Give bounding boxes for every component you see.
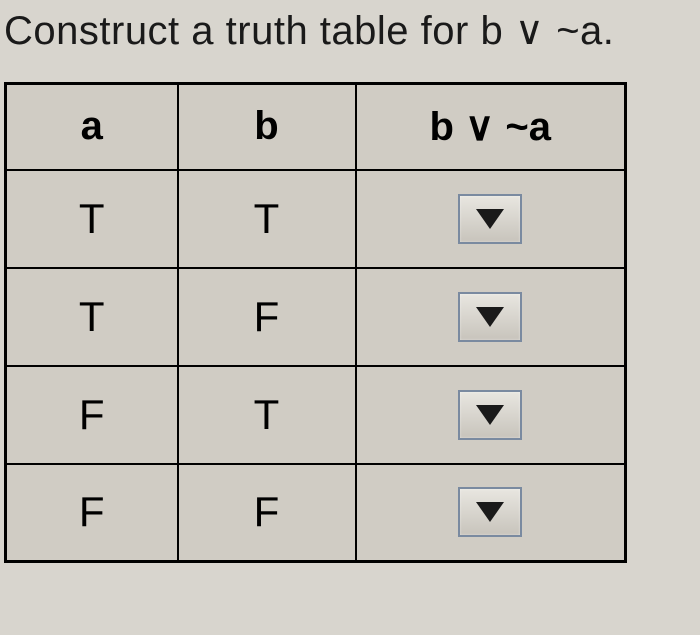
table-row: F F (6, 464, 626, 562)
cell-value: T (6, 268, 178, 366)
cell-value: F (178, 268, 356, 366)
chevron-down-icon (476, 405, 504, 425)
cell-value: T (178, 170, 356, 268)
cell-value: F (178, 464, 356, 562)
header-a: a (6, 84, 178, 170)
table-row: T F (6, 268, 626, 366)
result-dropdown[interactable] (458, 292, 522, 342)
table-row: F T (6, 366, 626, 464)
cell-result (356, 268, 626, 366)
table-header-row: a b b ∨ ~a (6, 84, 626, 170)
cell-value: F (6, 464, 178, 562)
truth-table: a b b ∨ ~a T T T F (4, 82, 627, 563)
cell-result (356, 464, 626, 562)
chevron-down-icon (476, 502, 504, 522)
result-dropdown[interactable] (458, 487, 522, 537)
cell-value: F (6, 366, 178, 464)
header-result: b ∨ ~a (356, 84, 626, 170)
header-b: b (178, 84, 356, 170)
table-row: T T (6, 170, 626, 268)
cell-result (356, 366, 626, 464)
result-dropdown[interactable] (458, 390, 522, 440)
instruction-text: Construct a truth table for b ∨ ~a. (4, 8, 696, 54)
cell-value: T (178, 366, 356, 464)
chevron-down-icon (476, 209, 504, 229)
result-dropdown[interactable] (458, 194, 522, 244)
cell-result (356, 170, 626, 268)
cell-value: T (6, 170, 178, 268)
chevron-down-icon (476, 307, 504, 327)
